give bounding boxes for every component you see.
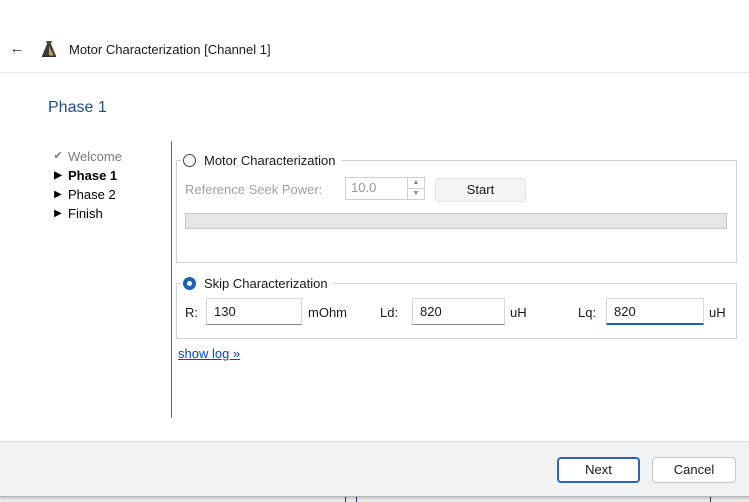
spin-up-icon[interactable]: ▲ xyxy=(408,178,424,189)
motor-characterization-label: Motor Characterization xyxy=(204,152,336,168)
motor-characterization-radio[interactable] xyxy=(183,153,196,167)
window-title: Motor Characterization [Channel 1] xyxy=(69,42,271,57)
step-welcome: ✔ Welcome xyxy=(52,147,162,166)
seek-power-spinbox[interactable]: 10.0 ▲ ▼ xyxy=(345,177,425,200)
step-finish: ▶ Finish xyxy=(52,204,162,223)
step-label: Finish xyxy=(68,206,103,221)
seek-power-value: 10.0 xyxy=(351,180,377,195)
lq-label: Lq: xyxy=(578,305,597,320)
wizard-steps: ✔ Welcome ▶ Phase 1 ▶ Phase 2 ▶ Finish xyxy=(52,147,162,223)
triangle-right-icon: ▶ xyxy=(54,170,62,181)
r-unit: mOhm xyxy=(308,305,347,320)
steps-divider xyxy=(171,141,172,418)
r-input[interactable]: 130 xyxy=(206,298,302,325)
step-label: Phase 1 xyxy=(68,168,118,183)
ld-input[interactable]: 820 xyxy=(412,298,505,325)
checkmark-icon: ✔ xyxy=(53,150,63,162)
step-phase-1: ▶ Phase 1 xyxy=(52,166,162,185)
title-bar: ← Motor Characterization [Channel 1] xyxy=(0,0,749,73)
r-label: R: xyxy=(185,305,198,320)
start-button[interactable]: Start xyxy=(435,178,526,202)
ld-unit: uH xyxy=(510,305,527,320)
skip-characterization-group: Skip Characterization R: 130 mOhm Ld: 82… xyxy=(176,274,737,339)
skip-characterization-label: Skip Characterization xyxy=(204,275,328,291)
page-title: Phase 1 xyxy=(48,99,107,116)
show-log-link[interactable]: show log » xyxy=(178,346,240,361)
motor-characterization-option[interactable]: Motor Characterization xyxy=(181,151,341,169)
triangle-right-icon: ▶ xyxy=(54,189,62,200)
back-arrow-icon[interactable]: ← xyxy=(8,40,26,58)
dialog-footer: Next Cancel xyxy=(0,441,749,496)
step-phase-2: ▶ Phase 2 xyxy=(52,185,162,204)
lq-input[interactable]: 820 xyxy=(606,298,704,325)
characterization-progress-bar xyxy=(185,213,727,229)
motor-characterization-group: Motor Characterization Reference Seek Po… xyxy=(176,151,737,263)
spin-buttons: ▲ ▼ xyxy=(407,178,424,199)
step-label: Welcome xyxy=(68,149,122,164)
lq-unit: uH xyxy=(709,305,726,320)
wizard-dialog: ← Motor Characterization [Channel 1] Pha… xyxy=(0,0,749,497)
step-label: Phase 2 xyxy=(68,187,116,202)
triangle-right-icon: ▶ xyxy=(54,208,62,219)
skip-characterization-option[interactable]: Skip Characterization xyxy=(181,274,333,292)
next-button[interactable]: Next xyxy=(557,457,640,483)
ld-label: Ld: xyxy=(380,305,399,320)
seek-power-label: Reference Seek Power: xyxy=(185,182,323,197)
cancel-button[interactable]: Cancel xyxy=(652,457,736,483)
motor-app-icon xyxy=(42,41,56,57)
skip-characterization-radio[interactable] xyxy=(183,276,196,290)
spin-down-icon[interactable]: ▼ xyxy=(408,189,424,199)
